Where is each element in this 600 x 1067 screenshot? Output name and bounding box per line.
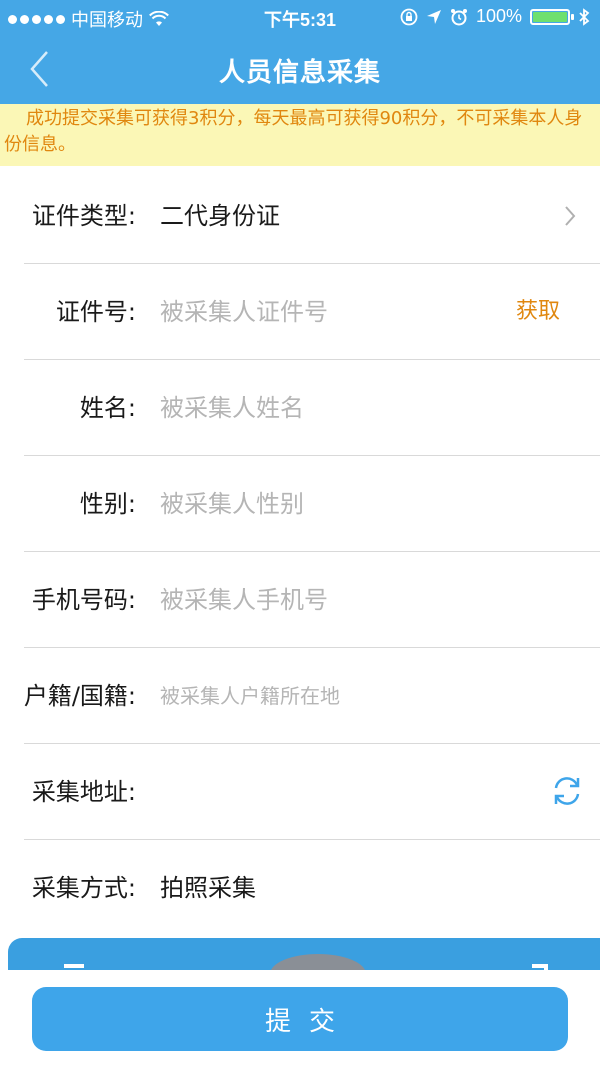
gender-input[interactable] <box>160 484 480 524</box>
id-type-row[interactable]: 证件类型: 二代身份证 <box>0 168 600 264</box>
bluetooth-icon <box>579 7 590 26</box>
name-input[interactable] <box>160 388 480 428</box>
refresh-icon[interactable] <box>550 774 584 808</box>
nav-bar: 人员信息采集 <box>0 34 600 104</box>
name-row: 姓名: <box>0 360 600 456</box>
battery-percent: 100% <box>475 6 522 26</box>
phone-input[interactable] <box>160 580 480 620</box>
collection-form: 证件类型: 二代身份证 证件号: 获取 姓名: 性别: 手机号码: 户籍/国籍:… <box>0 168 600 936</box>
id-type-value: 二代身份证 <box>160 202 280 230</box>
location-icon <box>426 9 441 24</box>
fetch-id-button[interactable]: 获取 <box>516 264 560 360</box>
status-bar: 中国移动 下午5:31 100% <box>0 0 600 34</box>
id-type-label: 证件类型: <box>31 202 136 230</box>
battery-fill <box>533 11 567 22</box>
battery-icon <box>530 8 574 25</box>
phone-row: 手机号码: <box>0 552 600 648</box>
submit-button[interactable]: 提交 <box>32 987 568 1051</box>
household-input[interactable] <box>160 676 480 716</box>
page-title: 人员信息采集 <box>218 58 381 88</box>
gender-label: 性别: <box>79 490 136 518</box>
gender-row: 性别: <box>0 456 600 552</box>
rotation-lock-icon <box>400 8 418 25</box>
address-row: 采集地址: <box>0 744 600 840</box>
id-number-label: 证件号: <box>55 298 136 326</box>
phone-label: 手机号码: <box>31 586 136 614</box>
carrier-label: 中国移动 <box>71 10 143 30</box>
status-right: 100% <box>400 6 590 27</box>
status-left: 中国移动 <box>8 6 169 32</box>
bottom-bar: 提交 <box>0 970 600 1067</box>
wifi-icon <box>149 11 169 26</box>
chevron-right-icon <box>565 206 576 226</box>
signal-icon <box>8 14 65 24</box>
frame-corner-left <box>64 964 84 968</box>
household-row: 户籍/国籍: <box>0 648 600 744</box>
alarm-icon <box>450 8 467 25</box>
frame-corner-right <box>532 964 548 976</box>
id-number-row: 证件号: 获取 <box>0 264 600 360</box>
points-notice: 成功提交采集可获得3积分，每天最高可获得90积分，不可采集本人身份信息。 <box>0 104 600 166</box>
id-number-input[interactable] <box>160 292 480 332</box>
method-value: 拍照采集 <box>160 874 256 902</box>
household-label: 户籍/国籍: <box>23 682 136 710</box>
method-label: 采集方式: <box>31 874 136 902</box>
name-label: 姓名: <box>79 394 136 422</box>
address-label: 采集地址: <box>31 778 136 806</box>
method-row: 采集方式: 拍照采集 <box>0 840 600 936</box>
